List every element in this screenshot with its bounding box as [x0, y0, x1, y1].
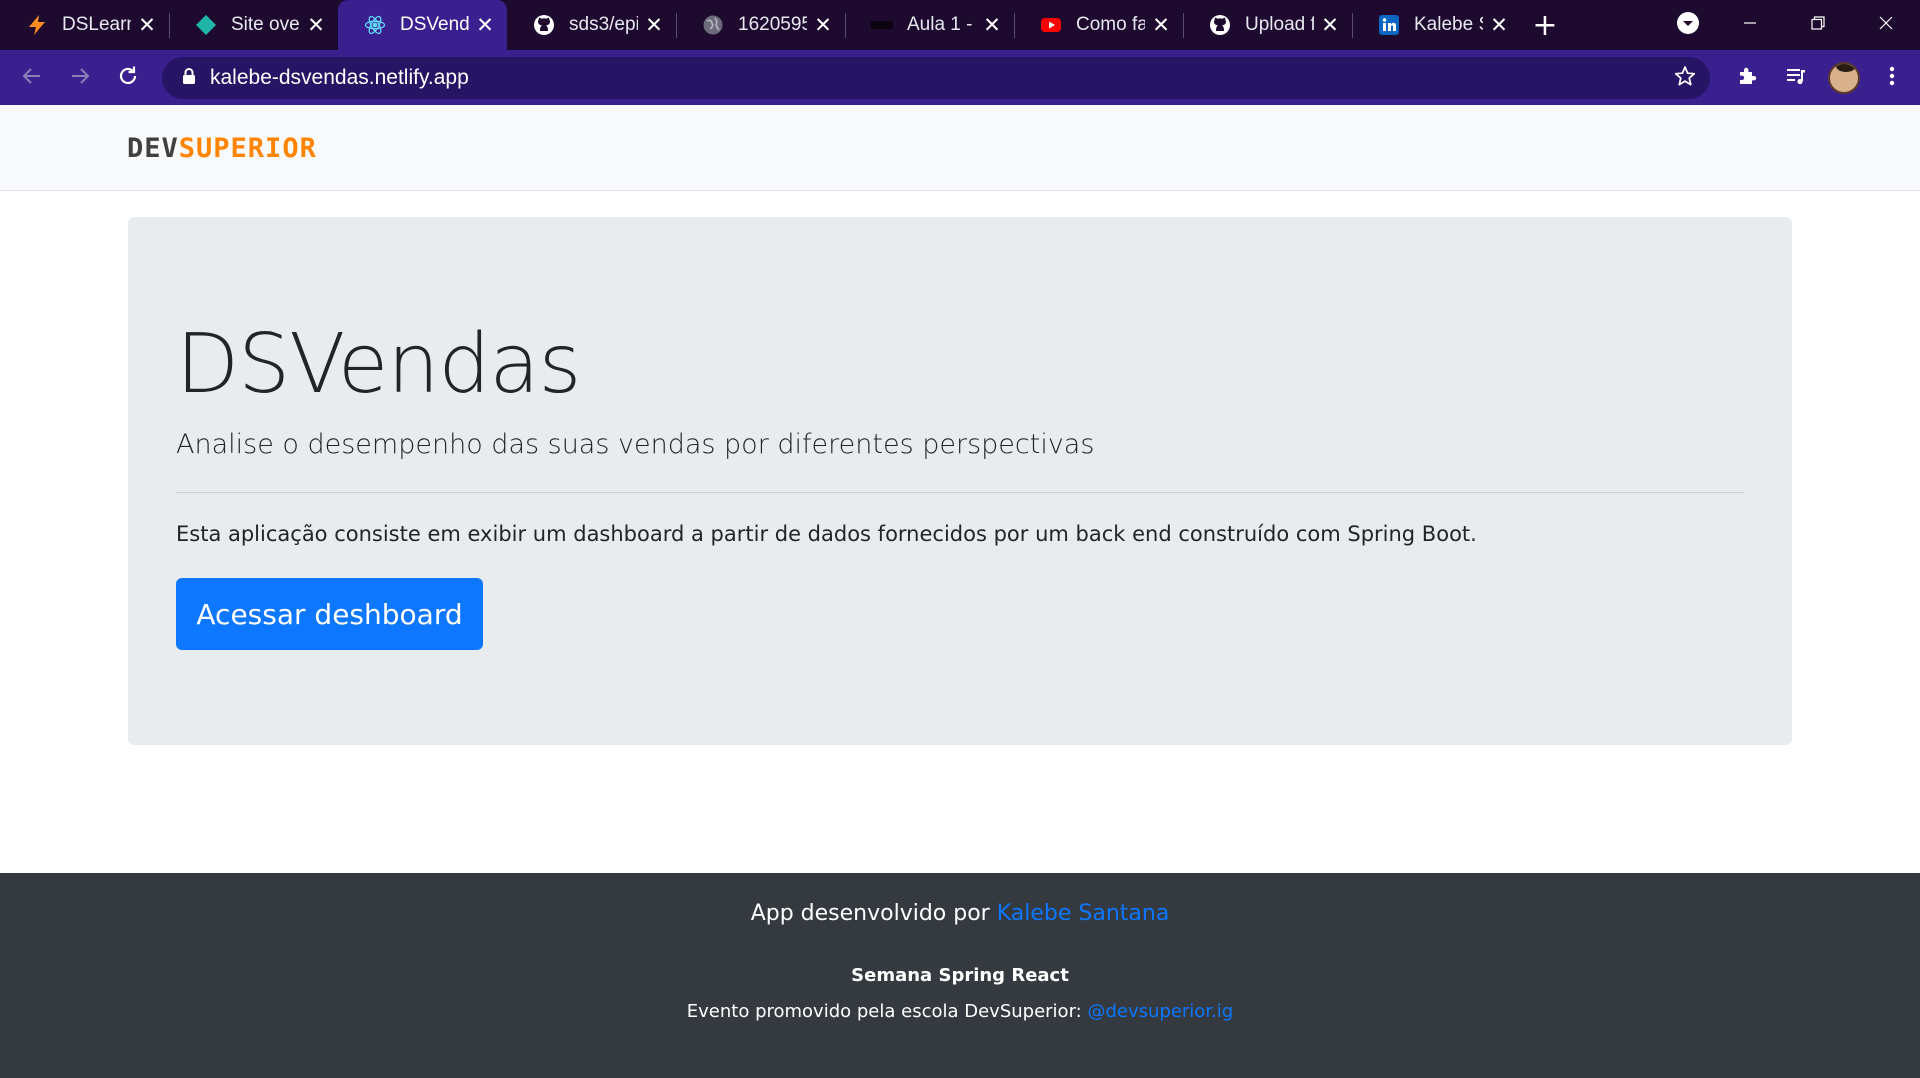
- browser-toolbar: kalebe-dsvendas.netlify.app: [0, 50, 1920, 105]
- tab-title: Kalebe S:: [1414, 14, 1483, 35]
- tab-title: 1620595: [738, 14, 807, 35]
- close-icon[interactable]: ✕: [813, 15, 833, 36]
- divider: [176, 492, 1744, 493]
- forward-button[interactable]: [56, 54, 104, 102]
- profile-button[interactable]: [1820, 54, 1868, 102]
- tab-title: Como fa:: [1076, 14, 1145, 35]
- bookmark-star-icon[interactable]: [1674, 65, 1696, 91]
- minimize-icon: [1742, 15, 1758, 35]
- tab-title: sds3/epis: [569, 14, 638, 35]
- close-icon[interactable]: ✕: [982, 15, 1002, 36]
- close-icon[interactable]: ✕: [1151, 15, 1171, 36]
- logo-dev-text: DEV: [127, 133, 179, 164]
- footer-promo: Evento promovido pela escola DevSuperior…: [0, 1001, 1920, 1022]
- video-icon: [871, 14, 893, 36]
- tab-youtube[interactable]: Como fa: ✕: [1014, 0, 1183, 50]
- extensions-button[interactable]: [1724, 54, 1772, 102]
- address-bar[interactable]: kalebe-dsvendas.netlify.app: [162, 56, 1710, 99]
- page-subtitle: Analise o desempenho das suas vendas por…: [176, 429, 1095, 460]
- footer-promo-prefix: Evento promovido pela escola DevSuperior…: [686, 1001, 1082, 1022]
- tab-github-sds3[interactable]: sds3/epis ✕: [507, 0, 676, 50]
- logo-superior-text: SUPERIOR: [178, 133, 317, 164]
- close-window-button[interactable]: [1852, 0, 1920, 50]
- site-header: DEVSUPERIOR: [0, 105, 1920, 191]
- url-text: kalebe-dsvendas.netlify.app: [210, 65, 469, 89]
- hero-jumbotron: DSVendas Analise o desempenho das suas v…: [128, 217, 1792, 745]
- close-icon[interactable]: ✕: [306, 15, 326, 36]
- page-description: Esta aplicação consiste em exibir um das…: [176, 522, 1477, 546]
- footer-credits: App desenvolvido por Kalebe Santana: [0, 901, 1920, 926]
- new-tab-button[interactable]: +: [1521, 0, 1569, 50]
- developer-link[interactable]: Kalebe Santana: [997, 901, 1170, 926]
- restore-icon: [1810, 15, 1826, 35]
- close-icon[interactable]: ✕: [137, 15, 157, 36]
- react-icon: [364, 14, 386, 36]
- close-icon[interactable]: ✕: [1489, 15, 1509, 36]
- tab-1620595[interactable]: 1620595 ✕: [676, 0, 845, 50]
- netlify-icon: [195, 14, 217, 36]
- arrow-left-icon: [21, 65, 43, 91]
- bolt-icon: [26, 14, 48, 36]
- tab-site-overview[interactable]: Site overv ✕: [169, 0, 338, 50]
- puzzle-icon: [1737, 65, 1759, 91]
- tab-title: Aula 1 - (: [907, 14, 976, 35]
- close-icon: [1878, 15, 1894, 35]
- github-icon: [533, 14, 555, 36]
- minimize-button[interactable]: [1716, 0, 1784, 50]
- media-control-button[interactable]: [1772, 54, 1820, 102]
- footer-credits-prefix: App desenvolvido por: [750, 901, 990, 926]
- restore-button[interactable]: [1784, 0, 1852, 50]
- reload-button[interactable]: [104, 54, 152, 102]
- devsuperior-logo[interactable]: DEVSUPERIOR: [127, 133, 317, 164]
- playlist-icon: [1785, 65, 1807, 91]
- github-icon: [1209, 14, 1231, 36]
- tab-github-upload[interactable]: Upload fi ✕: [1183, 0, 1352, 50]
- reload-icon: [117, 65, 139, 91]
- back-button[interactable]: [8, 54, 56, 102]
- page-title: DSVendas: [176, 317, 581, 412]
- close-icon[interactable]: ✕: [1320, 15, 1340, 36]
- access-dashboard-button[interactable]: Acessar deshboard: [176, 578, 483, 650]
- instagram-link[interactable]: @devsuperior.ig: [1087, 1001, 1233, 1022]
- tab-title: Site overv: [231, 14, 300, 35]
- event-name: Semana Spring React: [851, 965, 1069, 986]
- browser-menu-button[interactable]: [1868, 54, 1916, 102]
- browser-tab-strip: DSLearn ✕ Site overv ✕ DSVenda ✕ sds3/ep…: [0, 0, 1920, 50]
- arrow-right-icon: [69, 65, 91, 91]
- site-footer: App desenvolvido por Kalebe Santana Sema…: [0, 873, 1920, 1078]
- tab-title: Upload fi: [1245, 14, 1314, 35]
- tab-dslearn[interactable]: DSLearn ✕: [0, 0, 169, 50]
- close-icon[interactable]: ✕: [475, 15, 495, 36]
- lock-icon: [182, 67, 196, 89]
- more-vertical-icon: [1889, 65, 1895, 91]
- chevron-down-icon: [1676, 11, 1700, 39]
- avatar: [1828, 61, 1860, 94]
- tab-search-button[interactable]: [1660, 0, 1716, 50]
- tab-title: DSVenda: [400, 14, 469, 35]
- globe-icon: [702, 14, 724, 36]
- tab-dsvendas[interactable]: DSVenda ✕: [338, 0, 507, 50]
- tab-title: DSLearn: [62, 14, 131, 35]
- tab-aula-1[interactable]: Aula 1 - ( ✕: [845, 0, 1014, 50]
- youtube-icon: [1040, 14, 1062, 36]
- linkedin-icon: [1378, 14, 1400, 36]
- tab-linkedin[interactable]: Kalebe S: ✕: [1352, 0, 1521, 50]
- close-icon[interactable]: ✕: [644, 15, 664, 36]
